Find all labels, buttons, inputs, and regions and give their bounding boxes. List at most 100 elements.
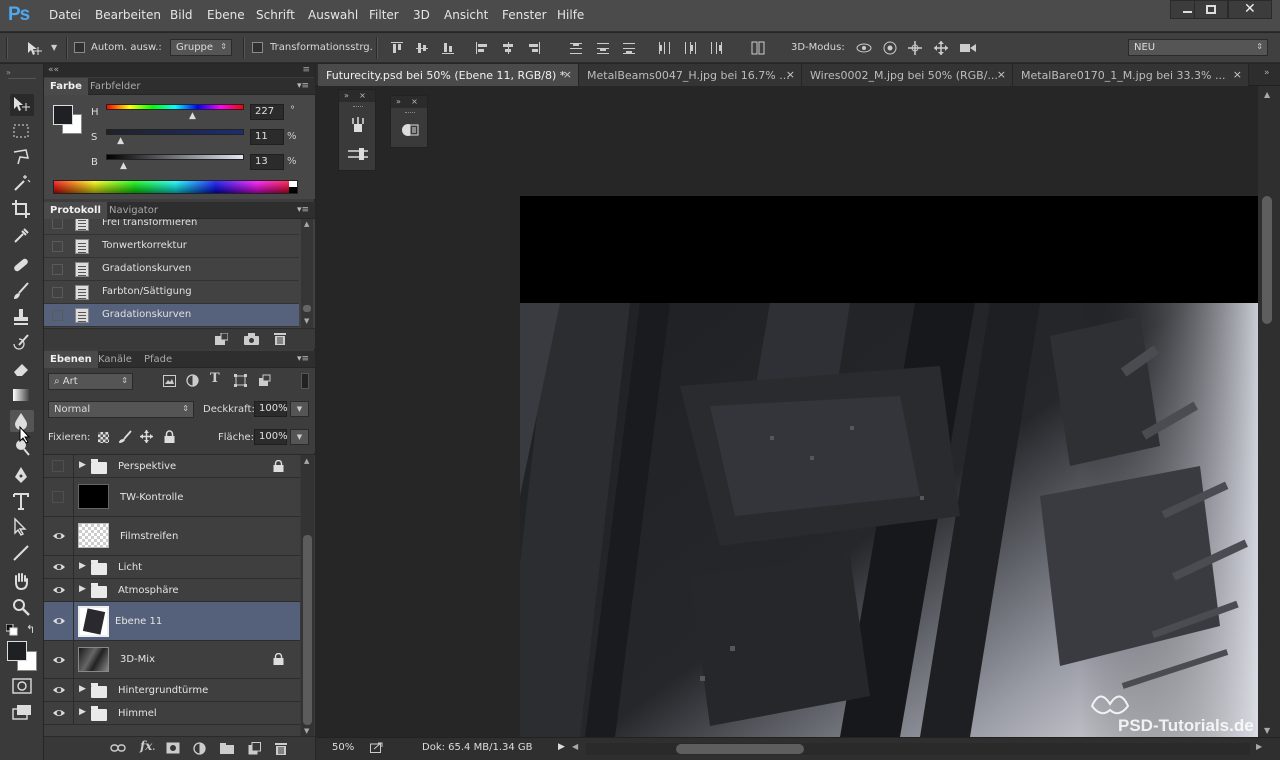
tab-navigator[interactable]: Navigator [103, 202, 164, 219]
layer-row-hintergrundtuerme[interactable]: ▶ Hintergrundtürme [44, 679, 300, 702]
hue-slider-thumb[interactable]: ▲ [189, 111, 196, 121]
history-snapshot-checkbox[interactable] [52, 287, 63, 298]
doc-tab-metalbeams[interactable]: MetalBeams0047_H.jpg bei 16.7% ... × [579, 64, 802, 86]
history-snapshot-checkbox[interactable] [52, 241, 63, 252]
filter-shape-layer-icon[interactable] [234, 374, 247, 387]
zoom-level[interactable]: 50% [332, 742, 354, 753]
canvas-horizontal-scrollbar[interactable] [586, 743, 1250, 755]
lock-transparent-pixels-icon[interactable] [98, 432, 109, 443]
menu-auswahl[interactable]: Auswahl [308, 8, 358, 22]
foreground-color-swatch[interactable] [7, 641, 27, 661]
align-hcenter-icon[interactable] [501, 41, 515, 55]
history-scrollbar[interactable]: ▲ ▼ [301, 219, 313, 328]
layer-filter-dropdown[interactable]: ⌕ Art ⇕ [48, 373, 133, 390]
layer-row-3d-mix[interactable]: 3D-Mix [44, 641, 300, 679]
lock-position-icon[interactable] [140, 430, 153, 443]
layer-row-ebene-11[interactable]: Ebene 11 [44, 602, 300, 641]
history-item[interactable]: Tonwertkorrektur [44, 235, 299, 258]
tab-ebenen[interactable]: Ebenen [44, 351, 98, 368]
menu-3d[interactable]: 3D [413, 8, 430, 22]
swap-colors-icon[interactable]: ↰ [26, 623, 35, 636]
doc-tab-futurecity[interactable]: Futurecity.psd bei 50% (Ebene 11, RGB/8)… [318, 64, 579, 86]
trash-icon[interactable] [274, 332, 286, 345]
lock-all-icon[interactable] [164, 430, 175, 443]
scroll-thumb[interactable] [1262, 196, 1272, 324]
filter-pixel-layer-icon[interactable] [163, 375, 176, 387]
add-mask-icon[interactable] [166, 742, 180, 754]
distribute-vcenter-icon[interactable] [596, 41, 610, 55]
filter-type-layer-icon[interactable]: T [210, 371, 220, 386]
marquee-tool[interactable] [10, 120, 34, 142]
scroll-right-icon[interactable]: ▶ [1256, 742, 1262, 751]
history-item[interactable]: Farbton/Sättigung [44, 281, 299, 304]
group-expand-icon[interactable]: ▶ [79, 684, 86, 694]
palette-grip[interactable] [353, 106, 363, 108]
panel-menu-icon[interactable]: ▾≡ [297, 354, 309, 364]
eye-icon[interactable] [52, 529, 66, 543]
line-tool[interactable] [10, 542, 34, 564]
distribute-top-icon[interactable] [569, 41, 583, 55]
lock-image-pixels-icon[interactable] [118, 430, 132, 444]
pen-tool[interactable] [10, 464, 34, 486]
auto-align-icon[interactable] [751, 41, 765, 55]
gradient-tool[interactable] [10, 384, 34, 406]
eyedropper-tool[interactable] [10, 224, 34, 246]
share-export-icon[interactable] [370, 742, 383, 753]
layer-row-atmosphaere[interactable]: ▶ Atmosphäre [44, 579, 300, 602]
menu-ebene[interactable]: Ebene [207, 8, 245, 22]
eye-icon[interactable] [52, 683, 66, 697]
zoom-tool[interactable] [10, 596, 34, 618]
filter-adjustment-layer-icon[interactable] [186, 374, 199, 387]
canvas-vertical-scrollbar[interactable]: ▲ ▼ [1258, 86, 1280, 737]
move-tool-preset-icon[interactable] [26, 41, 42, 55]
opacity-slider-toggle[interactable]: ▼ [290, 401, 309, 417]
fg-color-swatch[interactable] [53, 105, 73, 125]
brightness-value-input[interactable]: 13 [250, 154, 284, 170]
tab-kanaele[interactable]: Kanäle [92, 351, 138, 368]
doc-tab-metalbare[interactable]: MetalBare0170_1_M.jpg bei 33.3% ... × [1013, 64, 1249, 86]
auto-select-checkbox[interactable] [74, 42, 85, 53]
new-layer-icon[interactable] [248, 742, 261, 755]
distribute-hcenter-icon[interactable] [683, 41, 697, 55]
3d-properties-icon[interactable] [401, 122, 419, 138]
lasso-tool[interactable] [10, 146, 34, 168]
expand-panels-icon[interactable]: «« [48, 65, 59, 75]
layer-row-tw-kontrolle[interactable]: TW-Kontrolle [44, 478, 300, 517]
hue-value-input[interactable]: 227 [250, 104, 284, 120]
eye-icon[interactable] [52, 653, 66, 667]
blend-mode-dropdown[interactable]: Normal ⇕ [48, 401, 194, 418]
tool-presets-icon[interactable] [349, 116, 367, 134]
layer-visibility-toggle[interactable] [52, 460, 64, 472]
close-tab-icon[interactable]: × [563, 68, 572, 81]
delete-layer-trash-icon[interactable] [275, 742, 287, 755]
eye-icon[interactable] [52, 583, 66, 597]
tab-farbe[interactable]: Farbe [44, 78, 88, 95]
saturation-value-input[interactable]: 11 [250, 129, 284, 145]
align-top-icon[interactable] [390, 41, 404, 55]
collapse-tools-icon[interactable]: » [6, 68, 11, 77]
quick-mask-icon[interactable] [12, 678, 32, 694]
eye-icon[interactable] [52, 614, 66, 628]
group-expand-icon[interactable]: ▶ [79, 707, 86, 717]
layer-row-filmstreifen[interactable]: Filmstreifen [44, 517, 300, 556]
distribute-left-icon[interactable] [657, 41, 671, 55]
layer-row-licht[interactable]: ▶ Licht [44, 556, 300, 579]
history-item[interactable]: Frei transformieren [44, 219, 299, 235]
layers-scrollbar[interactable]: ▲ ▼ [301, 455, 314, 736]
options-grip[interactable] [6, 37, 7, 59]
healing-brush-tool[interactable] [10, 254, 34, 276]
menu-bearbeiten[interactable]: Bearbeiten [95, 8, 161, 22]
screen-mode-icon[interactable] [12, 704, 32, 720]
magic-wand-tool[interactable] [10, 172, 34, 194]
palette-header[interactable]: » × [391, 96, 427, 108]
brightness-slider-track[interactable] [106, 154, 244, 160]
menu-schrift[interactable]: Schrift [256, 8, 295, 22]
history-snapshot-checkbox[interactable] [52, 219, 63, 229]
group-expand-icon[interactable]: ▶ [79, 584, 86, 594]
auto-select-dropdown[interactable]: Gruppe ⇕ [170, 39, 232, 56]
tool-preset-dropdown-icon[interactable]: ▼ [51, 43, 57, 52]
maximize-button[interactable] [1194, 0, 1228, 19]
history-snapshot-checkbox[interactable] [52, 310, 63, 321]
align-left-icon[interactable] [475, 41, 489, 55]
distribute-bottom-icon[interactable] [622, 41, 636, 55]
